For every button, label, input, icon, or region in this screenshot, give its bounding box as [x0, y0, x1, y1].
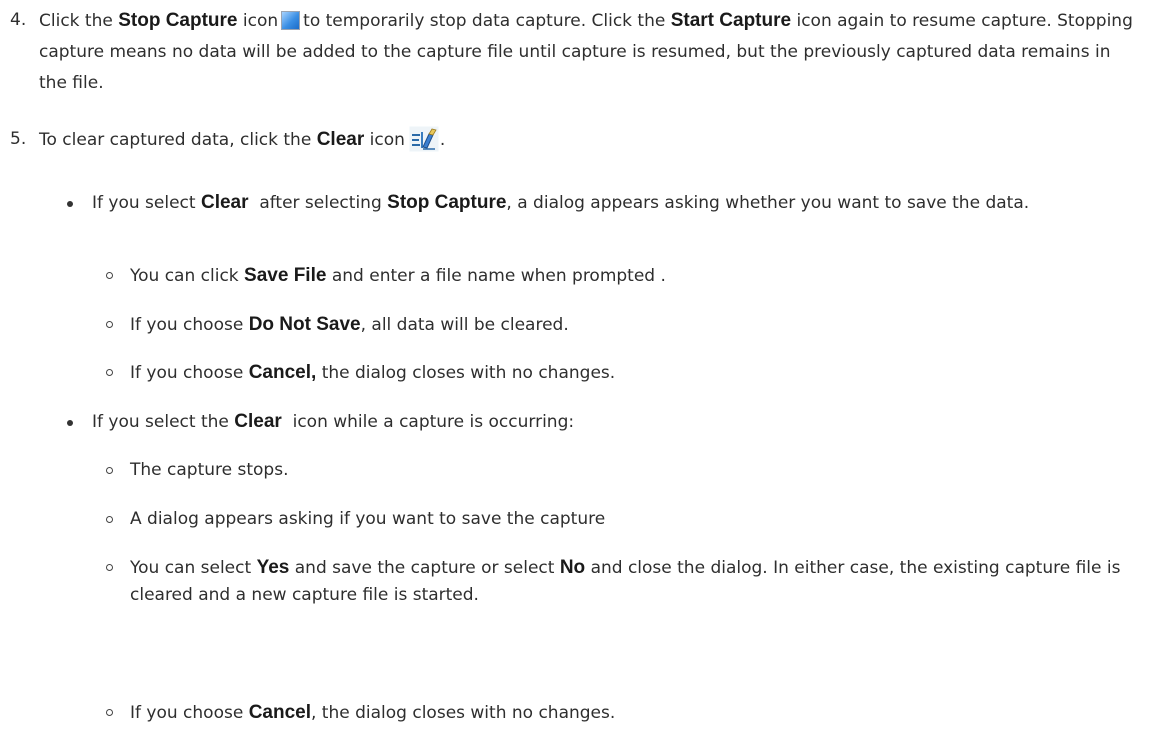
- text: after selecting: [259, 193, 382, 213]
- cancel-label: Cancel,: [248, 362, 317, 383]
- stop-square-icon: [281, 11, 301, 30]
- text: .: [439, 130, 446, 150]
- do-not-save-label: Do Not Save: [248, 314, 361, 335]
- clear-label: Clear: [316, 129, 365, 150]
- text: , a dialog appears asking whether you wa…: [506, 193, 1030, 213]
- clear-label: Clear: [234, 411, 282, 432]
- text: You can select: [130, 558, 252, 578]
- text: icon: [242, 11, 279, 31]
- text: You can click: [130, 266, 239, 286]
- sub-list-item: A dialog appears asking if you want to s…: [106, 506, 1140, 533]
- stop-capture-label: Stop Capture: [118, 10, 238, 31]
- list-item: If you select Clear after selecting Stop…: [67, 189, 1137, 217]
- text: Click the: [39, 11, 113, 31]
- text: A dialog appears asking if you want to s…: [130, 509, 606, 529]
- stop-capture-label: Stop Capture: [387, 192, 507, 213]
- clear-label: Clear: [200, 192, 249, 213]
- list-item: If you select the Clear icon while a cap…: [67, 408, 1137, 436]
- step-4-text: Click the Stop Capture icon to temporaril…: [39, 5, 1140, 99]
- sub-list-item: The capture stops.: [106, 457, 1140, 484]
- step-5-text: To clear captured data, click the Clear …: [39, 124, 1140, 156]
- save-file-label: Save File: [244, 265, 327, 286]
- text: icon while a capture is occurring:: [292, 412, 575, 432]
- cancel-label: Cancel: [248, 702, 311, 723]
- text: icon: [369, 130, 405, 150]
- text: to temporarily stop data capture. Click …: [303, 11, 666, 31]
- clear-capture-icon: [409, 126, 439, 152]
- start-capture-label: Start Capture: [670, 10, 792, 31]
- text: The capture stops.: [130, 460, 289, 480]
- text: and enter a file name when prompted .: [331, 266, 666, 286]
- text: If you choose: [130, 703, 244, 723]
- text: If you select the: [92, 412, 229, 432]
- text: To clear captured data, click the: [39, 130, 312, 150]
- text: If you select: [92, 193, 196, 213]
- text: , the dialog closes with no changes.: [311, 703, 616, 723]
- step-number: 5.: [10, 129, 27, 149]
- sub-list-item: If you choose Cancel, the dialog closes …: [106, 359, 1140, 387]
- sub-list-item: You can select Yes and save the capture …: [106, 554, 1140, 609]
- text: and save the capture or select: [294, 558, 555, 578]
- sub-list-item: If you choose Do Not Save, all data will…: [106, 311, 1140, 339]
- text: If you choose: [130, 315, 244, 335]
- step-number: 4.: [10, 10, 27, 30]
- text: the dialog closes with no changes.: [321, 363, 616, 383]
- no-label: No: [559, 557, 586, 578]
- sub-list-item: You can click Save File and enter a file…: [106, 262, 1140, 290]
- text: If you choose: [130, 363, 244, 383]
- text: , all data will be cleared.: [360, 315, 569, 335]
- yes-label: Yes: [256, 557, 290, 578]
- sub-list-item: If you choose Cancel, the dialog closes …: [106, 699, 1140, 727]
